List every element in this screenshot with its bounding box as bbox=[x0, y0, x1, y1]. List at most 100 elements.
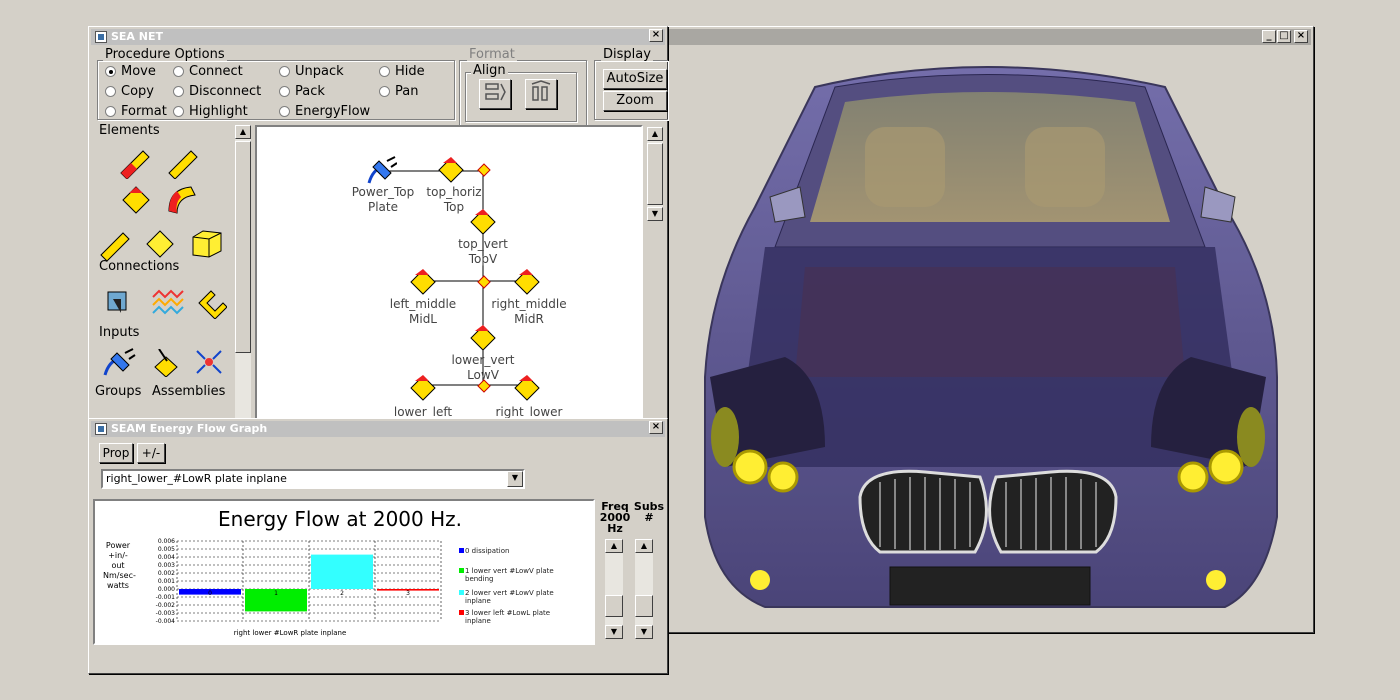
app-icon bbox=[95, 31, 107, 43]
align-label: Align bbox=[471, 63, 508, 78]
area-connection-icon[interactable] bbox=[197, 289, 227, 319]
subsystem-dropdown-value: right_lower_#LowR plate inplane bbox=[106, 472, 287, 485]
energy-flow-window: SEAM Energy Flow Graph × Prop +/- right_… bbox=[88, 418, 668, 674]
legend-item: 2 lower vert #LowV plate inplane bbox=[459, 589, 565, 605]
radio-highlight[interactable]: Highlight bbox=[173, 104, 248, 119]
subs-up-button[interactable]: ▲ bbox=[635, 539, 653, 553]
align-horizontal-icon bbox=[485, 83, 506, 101]
legend-swatch bbox=[459, 568, 464, 573]
app-icon bbox=[95, 423, 107, 435]
canvas-scroll-down[interactable]: ▼ bbox=[647, 207, 663, 221]
dropdown-arrow-icon[interactable]: ▼ bbox=[507, 471, 523, 487]
subs-thumb[interactable] bbox=[635, 595, 653, 617]
y-tick-label: -0.004 bbox=[156, 618, 176, 625]
node-label-left-middle: left_middle MidL bbox=[389, 297, 457, 326]
align-vertical-icon bbox=[531, 80, 551, 101]
node-lower-left-icon[interactable] bbox=[409, 373, 437, 401]
subsystem-dropdown[interactable]: right_lower_#LowR plate inplane ▼ bbox=[101, 469, 525, 489]
node-top-horiz-icon[interactable] bbox=[437, 155, 465, 183]
viewer-titlebar bbox=[665, 29, 1311, 45]
zoom-button[interactable]: Zoom bbox=[603, 91, 667, 111]
junction-icon-1[interactable] bbox=[477, 163, 491, 177]
palette-scrollbar[interactable]: ▲ bbox=[235, 125, 251, 419]
autosize-button[interactable]: AutoSize bbox=[603, 69, 667, 89]
freq-slider[interactable]: ▲ ▼ bbox=[605, 539, 623, 639]
curved-shell-element-icon[interactable] bbox=[165, 183, 199, 217]
line-connection-icon[interactable] bbox=[151, 289, 185, 319]
radio-connect[interactable]: Connect bbox=[173, 64, 243, 79]
rod-element-icon[interactable] bbox=[165, 145, 199, 179]
assemblies-label: Assemblies bbox=[152, 384, 226, 399]
subs-down-button[interactable]: ▼ bbox=[635, 625, 653, 639]
close-button[interactable]: × bbox=[1294, 30, 1308, 43]
point-connection-icon[interactable] bbox=[105, 289, 131, 317]
plusminus-button[interactable]: +/- bbox=[137, 443, 165, 463]
inputs-label: Inputs bbox=[99, 325, 140, 340]
align-left-button[interactable] bbox=[479, 79, 511, 109]
node-label-top-horiz: top_horiz Top bbox=[426, 185, 482, 214]
align-vertical-button[interactable] bbox=[525, 79, 557, 109]
radio-hide[interactable]: Hide bbox=[379, 64, 425, 79]
canvas-scrollbar[interactable]: ▲ ▼ bbox=[647, 127, 663, 221]
legend-swatch bbox=[459, 610, 464, 615]
radio-dot bbox=[279, 106, 290, 117]
radio-format[interactable]: Format bbox=[105, 104, 167, 119]
cylinder-element-icon[interactable] bbox=[97, 227, 131, 261]
seanet-titlebar: SEA NET bbox=[91, 29, 665, 45]
legend-swatch bbox=[459, 548, 464, 553]
radio-dot bbox=[379, 86, 390, 97]
freq-label: Freq 2000 Hz bbox=[599, 500, 631, 535]
radio-dot bbox=[105, 66, 116, 77]
beam-element-icon[interactable] bbox=[117, 145, 151, 179]
freq-up-button[interactable]: ▲ bbox=[605, 539, 623, 553]
y-tick-label: 0.004 bbox=[158, 554, 175, 561]
y-tick-label: 0.005 bbox=[158, 546, 175, 553]
node-left-middle-icon[interactable] bbox=[409, 267, 437, 295]
freq-thumb[interactable] bbox=[605, 595, 623, 617]
node-label-top-vert: top_vert TopV bbox=[458, 237, 508, 266]
node-label-power-top: Power_Top Plate bbox=[351, 185, 415, 214]
power-source-icon[interactable] bbox=[367, 155, 397, 185]
node-lower-vert-icon[interactable] bbox=[469, 323, 497, 351]
bar-label: 0 bbox=[208, 590, 212, 597]
radio-disconnect[interactable]: Disconnect bbox=[173, 84, 261, 99]
energy-close-button[interactable]: × bbox=[649, 421, 663, 434]
radio-unpack[interactable]: Unpack bbox=[279, 64, 344, 79]
power-input-icon[interactable] bbox=[103, 347, 137, 377]
junction-icon-2[interactable] bbox=[477, 275, 491, 289]
y-tick-label: -0.001 bbox=[156, 594, 176, 601]
subs-slider[interactable]: ▲ ▼ bbox=[635, 539, 653, 639]
y-tick-label: 0.000 bbox=[158, 586, 175, 593]
plate-element-icon[interactable] bbox=[121, 185, 151, 215]
legend-swatch bbox=[459, 590, 464, 595]
radio-dot bbox=[173, 66, 184, 77]
radio-pack[interactable]: Pack bbox=[279, 84, 325, 99]
y-tick-label: -0.003 bbox=[156, 610, 176, 617]
maximize-button[interactable]: □ bbox=[1277, 30, 1291, 43]
subs-label: Subs # bbox=[633, 500, 665, 524]
radio-copy[interactable]: Copy bbox=[105, 84, 154, 99]
palette-scroll-thumb[interactable] bbox=[235, 141, 251, 353]
radio-pan[interactable]: Pan bbox=[379, 84, 418, 99]
energy-title: SEAM Energy Flow Graph bbox=[111, 422, 268, 435]
seanet-window: SEA NET × Procedure Options Move Connect… bbox=[88, 26, 668, 421]
random-input-icon[interactable] bbox=[193, 347, 225, 377]
format-label: Format bbox=[467, 47, 517, 62]
bar-2 bbox=[311, 554, 373, 589]
panel-element-icon[interactable] bbox=[145, 229, 175, 259]
force-input-icon[interactable] bbox=[151, 349, 181, 377]
radio-energyflow[interactable]: EnergyFlow bbox=[279, 104, 370, 119]
prop-button[interactable]: Prop bbox=[99, 443, 133, 463]
volume-element-icon[interactable] bbox=[189, 229, 223, 259]
canvas-scroll-thumb[interactable] bbox=[647, 143, 663, 205]
scroll-up-button[interactable]: ▲ bbox=[235, 125, 251, 139]
canvas-scroll-up[interactable]: ▲ bbox=[647, 127, 663, 141]
freq-down-button[interactable]: ▼ bbox=[605, 625, 623, 639]
legend-item: 1 lower vert #LowV plate bending bbox=[459, 567, 565, 583]
node-right-middle-icon[interactable] bbox=[513, 267, 541, 295]
minimize-button[interactable]: _ bbox=[1262, 30, 1276, 43]
radio-move[interactable]: Move bbox=[105, 64, 156, 79]
seanet-close-button[interactable]: × bbox=[649, 29, 663, 42]
car-3d-viewport[interactable] bbox=[665, 47, 1311, 630]
network-canvas[interactable]: Power_Top Plate top_horiz Top top_vert TopV… bbox=[255, 125, 643, 421]
